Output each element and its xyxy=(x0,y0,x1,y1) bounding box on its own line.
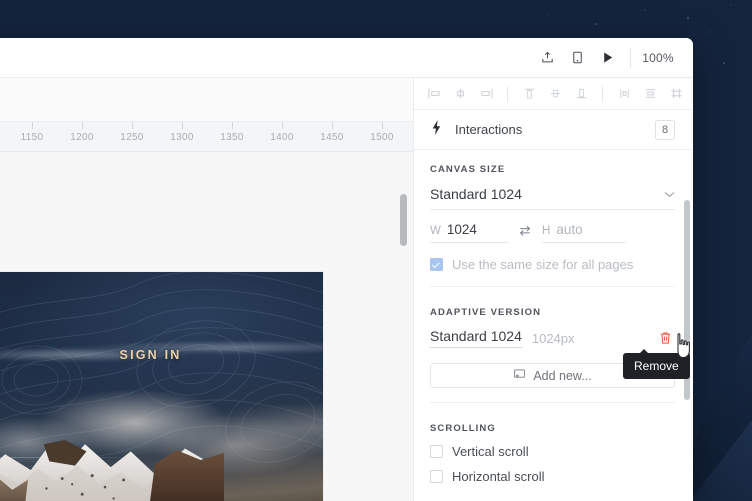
ruler-tick-label: 1200 xyxy=(70,132,94,143)
artboard-sign-in[interactable]: SIGN IN xyxy=(0,272,323,501)
distribute-horizontal-icon[interactable] xyxy=(612,81,636,107)
play-preview-icon[interactable] xyxy=(592,38,622,78)
alignment-divider-2 xyxy=(602,85,603,102)
ruler-tick xyxy=(132,122,133,129)
ruler-tick xyxy=(332,122,333,129)
canvas-size-section: Canvas size Standard 1024 W 1024 xyxy=(414,150,693,293)
upload-export-icon[interactable] xyxy=(532,38,562,78)
ruler-tick xyxy=(32,122,33,129)
ruler-tick xyxy=(232,122,233,129)
properties-panel: Interactions 8 Canvas size Standard 1024… xyxy=(413,78,693,501)
interactions-count-badge: 8 xyxy=(655,119,675,140)
add-artboard-icon xyxy=(513,367,526,385)
ruler-tick-label: 1300 xyxy=(170,132,194,143)
distribute-vertical-icon[interactable] xyxy=(638,81,662,107)
device-preview-icon[interactable] xyxy=(562,38,592,78)
canvas-size-title: Canvas size xyxy=(430,164,506,175)
ruler-tick-label: 1150 xyxy=(20,132,44,143)
width-value: 1024 xyxy=(446,222,477,237)
adaptive-version-name[interactable]: Standard 1024 xyxy=(430,328,522,348)
vertical-scroll-checkbox[interactable] xyxy=(430,445,443,458)
section-divider-2 xyxy=(430,402,675,403)
canvas-vertical-scrollbar[interactable] xyxy=(400,194,407,246)
height-value: auto xyxy=(556,222,583,237)
grid-icon[interactable] xyxy=(664,81,688,107)
same-size-all-pages-row[interactable]: Use the same size for all pages xyxy=(430,257,675,272)
ruler-tick xyxy=(282,122,283,129)
adaptive-version-section: Adaptive version Standard 1024 1024px xyxy=(414,293,693,409)
horizontal-scroll-label: Horizontal scroll xyxy=(452,469,545,484)
top-toolbar: .. 100% xyxy=(0,38,693,78)
trash-icon[interactable] xyxy=(655,328,675,348)
canvas-size-preset-value: Standard 1024 xyxy=(430,186,522,202)
ruler-tick xyxy=(82,122,83,129)
scrolling-section: Scrolling Vertical scroll Horizontal scr… xyxy=(414,409,693,490)
canvas-size-preset-select[interactable]: Standard 1024 xyxy=(430,185,675,210)
ruler-tick xyxy=(182,122,183,129)
align-bottom-icon[interactable] xyxy=(569,81,593,107)
adaptive-version-title: Adaptive version xyxy=(430,307,542,318)
canvas-viewport[interactable]: SIGN IN xyxy=(0,152,413,501)
adaptive-version-size: 1024px xyxy=(531,330,575,346)
canvas-dimensions-row: W 1024 H auto xyxy=(430,222,675,243)
interactions-label: Interactions xyxy=(455,122,523,137)
add-new-label: Add new... xyxy=(533,368,592,383)
top-toolbar-right-group: 100% xyxy=(532,38,693,77)
alignment-divider-1 xyxy=(507,85,508,102)
align-right-icon[interactable] xyxy=(474,81,498,107)
scrolling-title: Scrolling xyxy=(430,423,496,434)
height-label: H xyxy=(542,225,551,237)
canvas-top-gutter xyxy=(0,78,413,122)
horizontal-scroll-row[interactable]: Horizontal scroll xyxy=(430,469,675,484)
zoom-level[interactable]: 100% xyxy=(641,51,693,65)
ruler-tick-label: 1400 xyxy=(270,132,294,143)
artboard-mountains xyxy=(0,440,225,501)
same-size-checkbox[interactable] xyxy=(430,258,443,271)
align-top-icon[interactable] xyxy=(517,81,541,107)
swap-dimensions-icon[interactable] xyxy=(508,224,542,241)
ruler-tick-label: 1500 xyxy=(370,132,394,143)
section-divider-1 xyxy=(430,286,675,287)
canvas-height-field[interactable]: H auto xyxy=(542,222,626,243)
vertical-scroll-row[interactable]: Vertical scroll xyxy=(430,444,675,459)
interactions-row[interactable]: Interactions 8 xyxy=(414,110,693,150)
canvas-width-field[interactable]: W 1024 xyxy=(430,222,508,243)
align-middle-vertical-icon[interactable] xyxy=(543,81,567,107)
canvas-area[interactable]: 011501200125013001350140014501500 xyxy=(0,78,413,501)
horizontal-scroll-checkbox[interactable] xyxy=(430,470,443,483)
ruler-tick-label: 1250 xyxy=(120,132,144,143)
width-label: W xyxy=(430,225,441,237)
vertical-scroll-label: Vertical scroll xyxy=(452,444,529,459)
lightning-bolt-icon xyxy=(430,119,443,140)
app-window: .. 100% xyxy=(0,38,693,501)
alignment-toolbar xyxy=(414,78,693,110)
ruler-tick-label: 1350 xyxy=(220,132,244,143)
toolbar-divider xyxy=(630,47,631,68)
same-size-label: Use the same size for all pages xyxy=(452,257,634,272)
align-center-horizontal-icon[interactable] xyxy=(448,81,472,107)
artboard-headline: SIGN IN xyxy=(119,348,182,362)
align-left-icon[interactable] xyxy=(422,81,446,107)
ruler-tick xyxy=(382,122,383,129)
chevron-down-icon xyxy=(664,185,675,203)
horizontal-ruler: 011501200125013001350140014501500 xyxy=(0,78,413,152)
remove-tooltip: Remove xyxy=(623,349,690,379)
ruler-tick-label: 1450 xyxy=(320,132,344,143)
